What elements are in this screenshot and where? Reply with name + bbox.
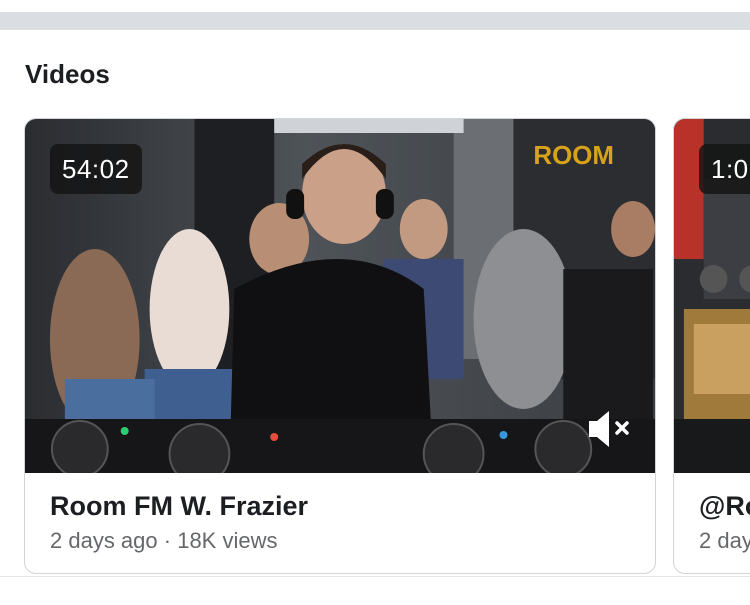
- video-title[interactable]: @Ro: [699, 489, 750, 523]
- video-subtitle: 2 day: [699, 526, 750, 556]
- video-age: 2 days ago: [50, 528, 158, 553]
- video-thumbnail[interactable]: ROOM 54:02: [25, 119, 655, 473]
- video-meta: Room FM W. Frazier 2 days ago · 18K view…: [50, 489, 645, 556]
- section-bottom-border: [0, 576, 750, 577]
- videos-carousel[interactable]: ROOM 54:02 Room FM W. Frazier 2 days ago…: [0, 118, 750, 578]
- video-meta: @Ro 2 day: [699, 489, 750, 556]
- room-logo: ROOM: [533, 142, 614, 170]
- section-title: Videos: [25, 59, 110, 89]
- video-duration: 54:02: [50, 144, 142, 194]
- video-subtitle: 2 days ago · 18K views: [50, 526, 645, 556]
- mute-toggle-button[interactable]: [587, 407, 635, 451]
- video-card[interactable]: 1:0 @Ro 2 day: [673, 118, 750, 574]
- volume-muted-icon: [589, 411, 629, 447]
- section-divider: [0, 12, 750, 30]
- video-duration: 1:0: [699, 144, 750, 194]
- video-views: 18K views: [177, 528, 278, 553]
- video-age: 2 day: [699, 528, 750, 553]
- video-title[interactable]: Room FM W. Frazier: [50, 489, 645, 523]
- meta-separator: ·: [157, 528, 178, 553]
- video-thumbnail[interactable]: 1:0: [674, 119, 750, 473]
- video-card[interactable]: ROOM 54:02 Room FM W. Frazier 2 days ago…: [24, 118, 656, 574]
